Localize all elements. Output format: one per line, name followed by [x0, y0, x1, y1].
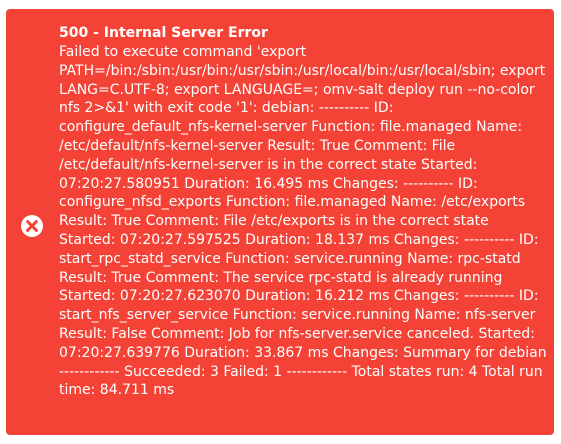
error-circle-icon [20, 214, 44, 238]
notification-title: 500 - Internal Server Error [59, 25, 268, 41]
notification-message: Failed to execute command 'export PATH=/… [59, 44, 547, 399]
error-notification[interactable]: 500 - Internal Server Error Failed to ex… [6, 9, 554, 435]
notification-content: 500 - Internal Server Error Failed to ex… [59, 24, 549, 400]
